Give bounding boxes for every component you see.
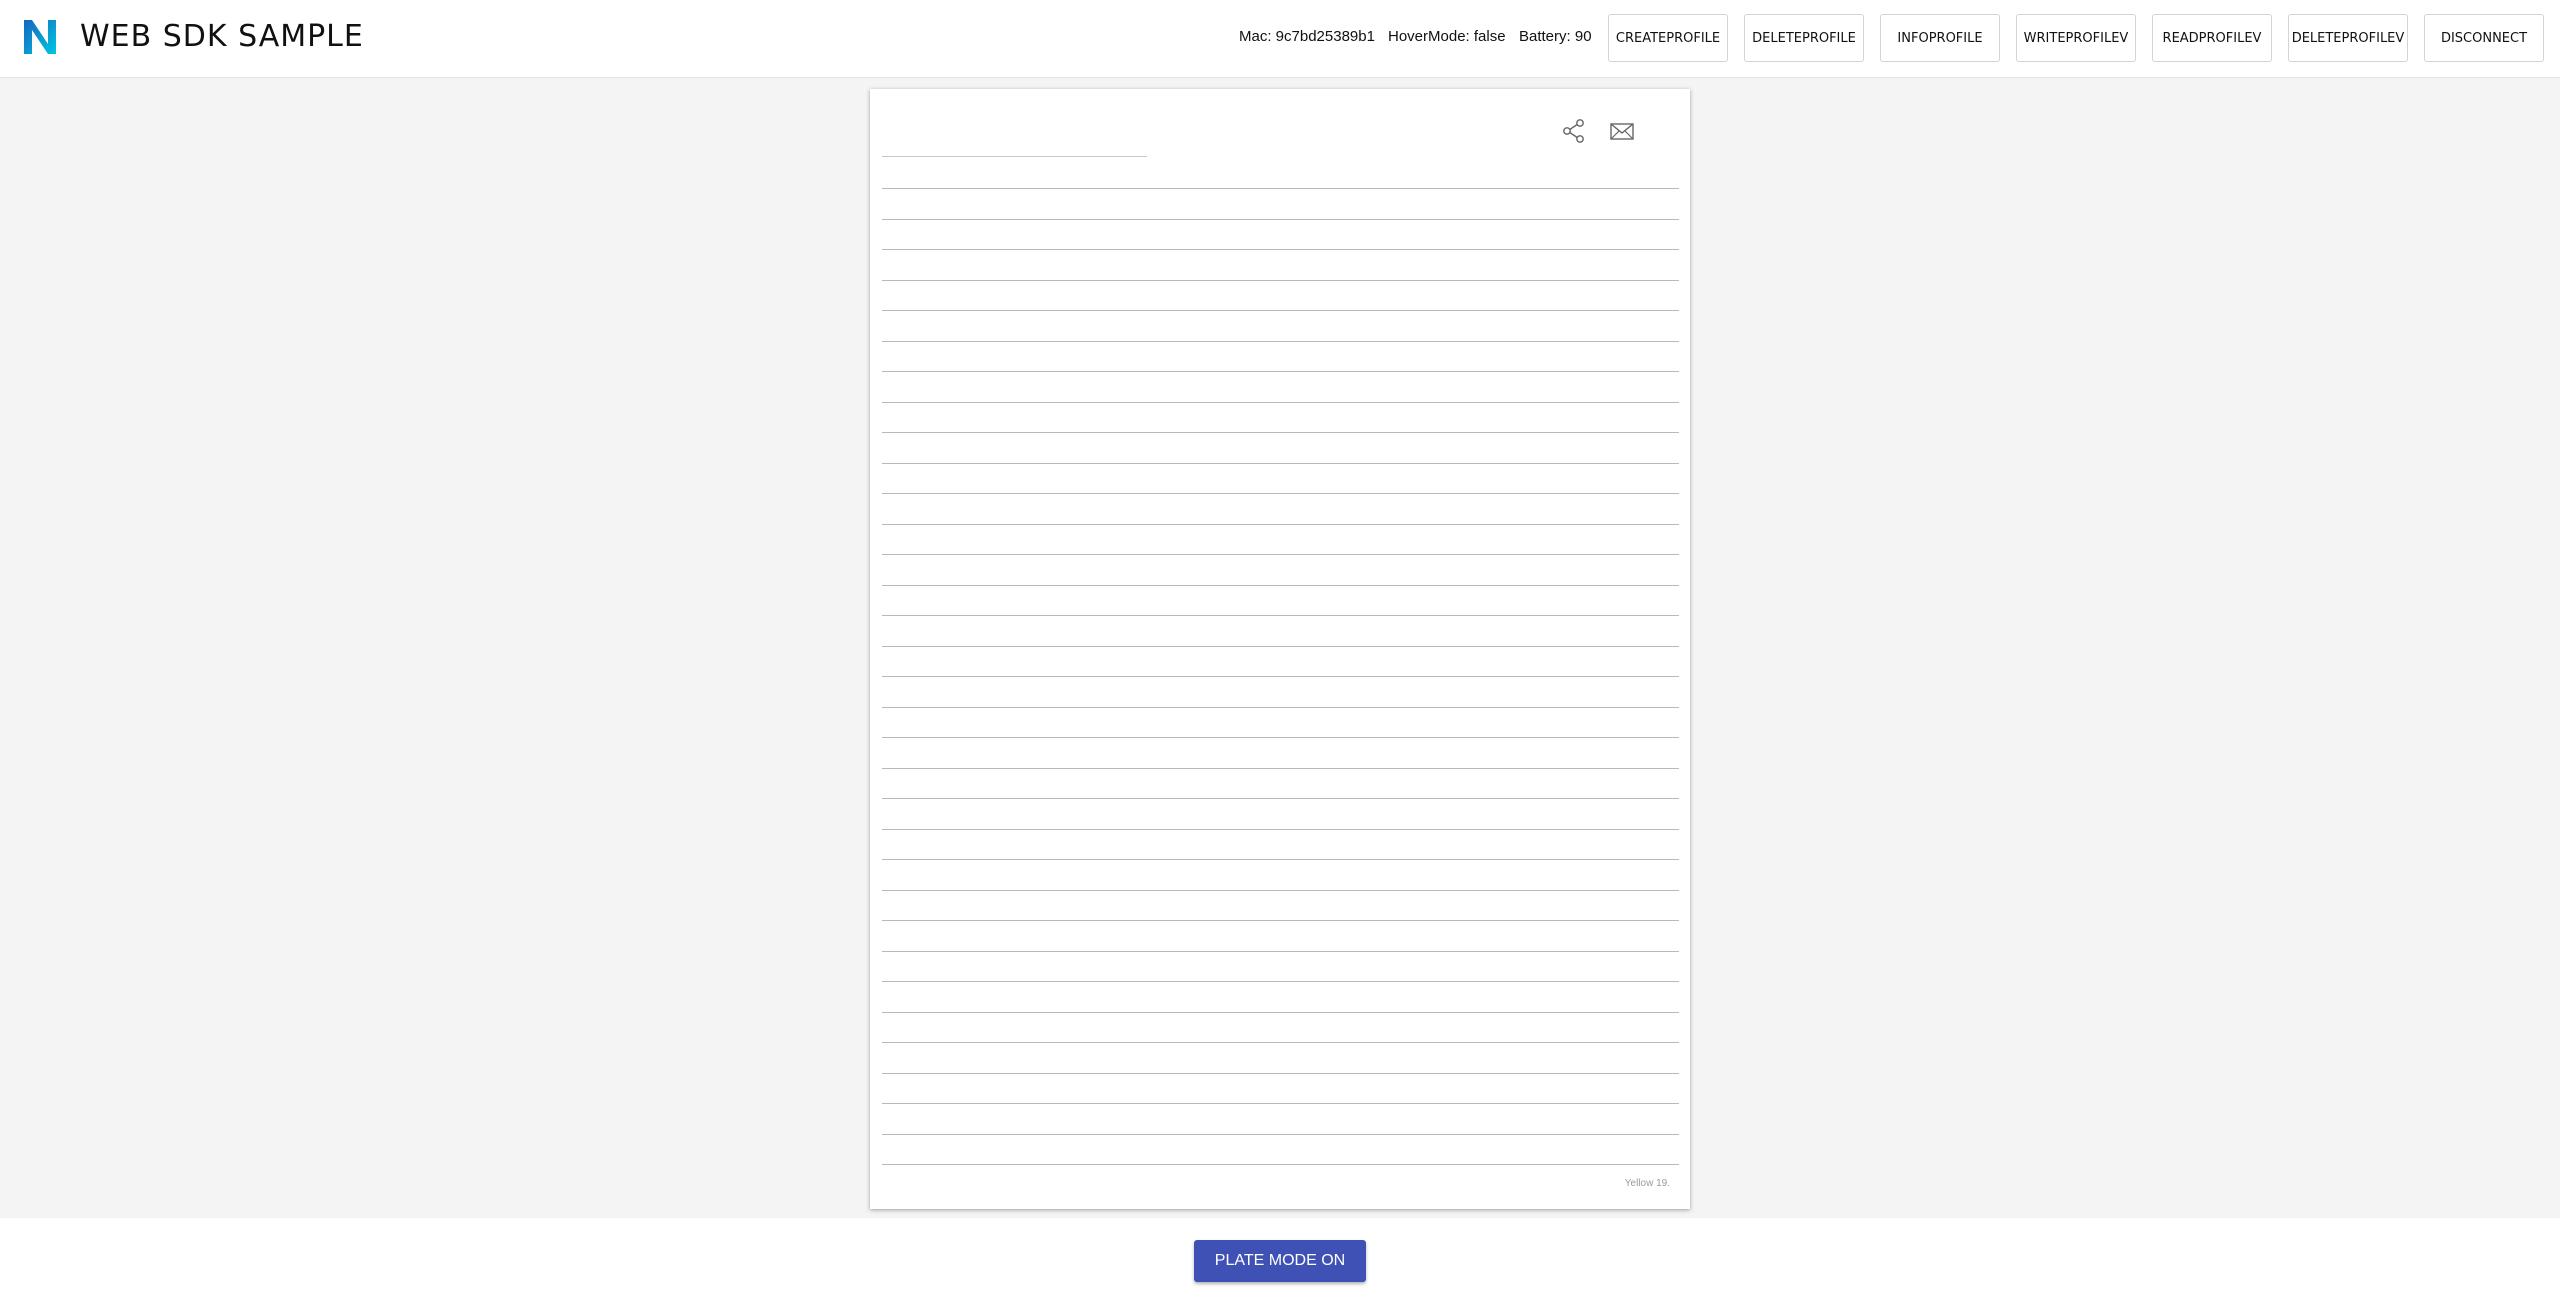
ruled-line [882, 524, 1679, 525]
mail-icon[interactable] [1608, 117, 1636, 145]
read-profile-value-button[interactable]: READPROFILEV [2152, 14, 2272, 62]
ruled-line [882, 249, 1679, 250]
battery-text: Battery: 90 [1519, 28, 1592, 45]
ruled-line [882, 859, 1679, 860]
ruled-line [882, 402, 1679, 403]
ruled-line [882, 493, 1679, 494]
ruled-line [882, 798, 1679, 799]
share-icon[interactable] [1560, 117, 1588, 145]
ruled-line [882, 707, 1679, 708]
ruled-line [882, 737, 1679, 738]
ruled-line [882, 829, 1679, 830]
ruled-line [882, 768, 1679, 769]
ruled-line [882, 432, 1679, 433]
ruled-line [882, 280, 1679, 281]
delete-profile-value-button[interactable]: DELETEPROFILEV [2288, 14, 2408, 62]
write-profile-value-button[interactable]: WRITEPROFILEV [2016, 14, 2136, 62]
hover-mode-text: HoverMode: false [1388, 28, 1506, 45]
ruled-line [882, 1103, 1679, 1104]
ruled-line [882, 219, 1679, 220]
plate-mode-button[interactable]: PLATE MODE ON [1194, 1240, 1366, 1282]
delete-profile-button[interactable]: DELETEPROFILE [1744, 14, 1864, 62]
ruled-line [882, 920, 1679, 921]
ruled-line [882, 585, 1679, 586]
ruled-line [882, 1042, 1679, 1043]
ruled-line [882, 676, 1679, 677]
ruled-line [882, 951, 1679, 952]
ruled-line [882, 341, 1679, 342]
ruled-line [882, 1164, 1679, 1165]
ruled-line [882, 1073, 1679, 1074]
info-profile-button[interactable]: INFOPROFILE [1880, 14, 2000, 62]
mac-address-text: Mac: 9c7bd25389b1 [1239, 28, 1375, 45]
name-line [882, 156, 1147, 157]
ruled-line [882, 310, 1679, 311]
ruled-line [882, 1134, 1679, 1135]
create-profile-button[interactable]: CREATEPROFILE [1608, 14, 1728, 62]
note-page[interactable]: Yellow 19. [870, 89, 1690, 1209]
ruled-line [882, 554, 1679, 555]
ruled-line [882, 981, 1679, 982]
ruled-line [882, 890, 1679, 891]
ruled-line [882, 646, 1679, 647]
paper-type-label: Yellow 19. [1624, 1178, 1670, 1189]
ruled-line [882, 371, 1679, 372]
ruled-line [882, 1012, 1679, 1013]
disconnect-button[interactable]: DISCONNECT [2424, 14, 2544, 62]
ruled-line [882, 615, 1679, 616]
footer-bar: PLATE MODE ON [0, 1218, 2560, 1302]
app-title: WEB SDK SAMPLE [80, 19, 364, 54]
app-header: WEB SDK SAMPLE Mac: 9c7bd25389b1 HoverMo… [0, 0, 2560, 78]
ruled-line [882, 463, 1679, 464]
ruled-line [882, 188, 1679, 189]
n-logo-icon [24, 20, 56, 54]
